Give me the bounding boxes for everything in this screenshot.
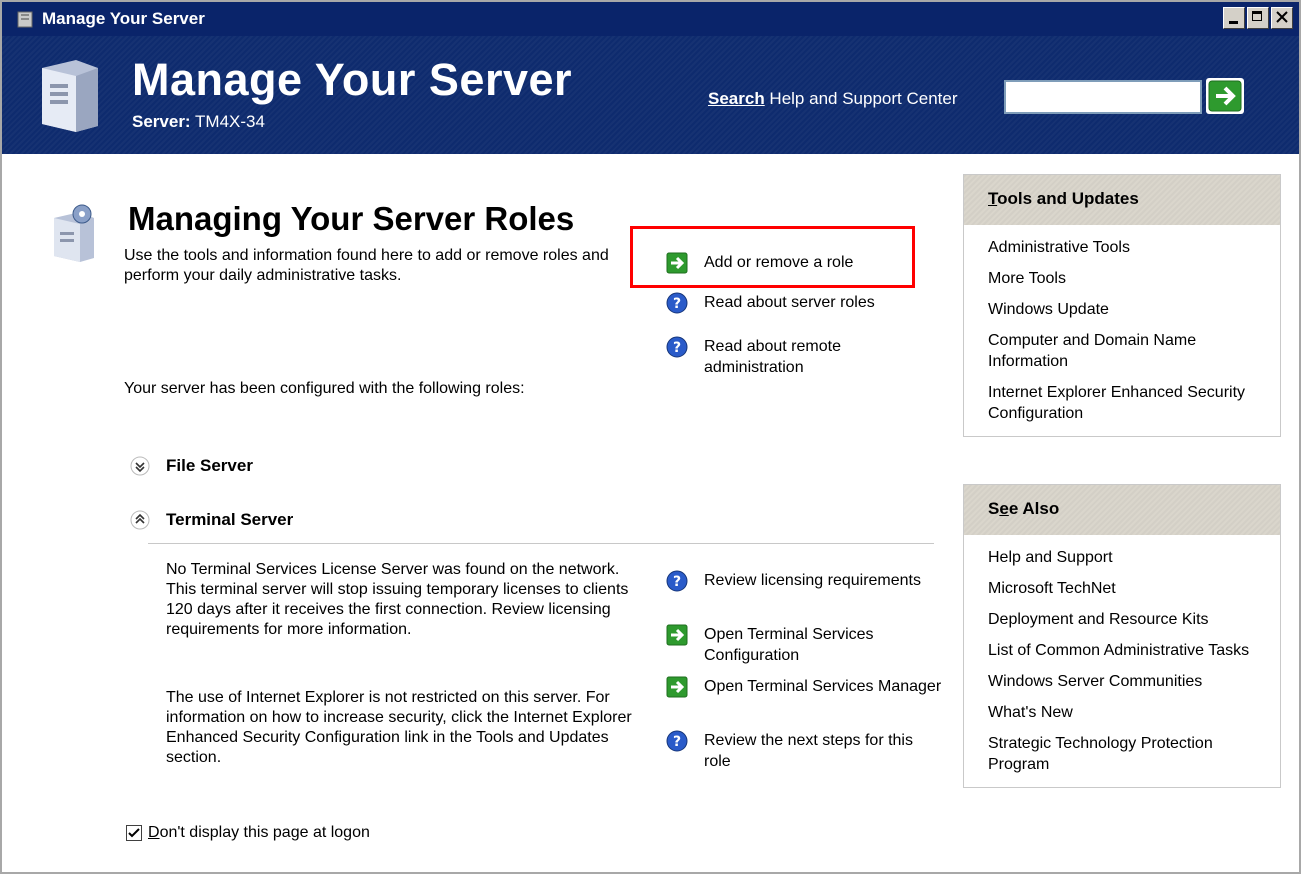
- server-icon: [17, 11, 33, 28]
- action-label: Add or remove a role: [704, 254, 854, 271]
- close-button[interactable]: [1271, 7, 1293, 29]
- minimize-icon: [1229, 21, 1238, 24]
- action-label: Open Terminal Services Manager: [704, 678, 942, 695]
- header-title: Manage Your Server: [132, 54, 573, 105]
- page-description: Use the tools and information found here…: [124, 247, 609, 284]
- maximize-icon: [1252, 11, 1262, 21]
- terminal-server-description-1: No Terminal Services License Server was …: [166, 561, 629, 638]
- green-arrow-icon: [666, 676, 688, 698]
- action-label: Read about server roles: [704, 294, 875, 311]
- maximize-button[interactable]: [1247, 7, 1269, 29]
- chevron-up-icon: [130, 510, 150, 530]
- window-controls: [1223, 7, 1293, 31]
- server-communities-link[interactable]: Windows Server Communities: [988, 671, 1256, 692]
- whats-new-link[interactable]: What's New: [988, 702, 1256, 723]
- window-title: Manage Your Server: [42, 9, 205, 28]
- page-title: Managing Your Server Roles: [128, 200, 575, 237]
- computer-domain-name-link[interactable]: Computer and Domain Name Information: [988, 330, 1256, 372]
- strategic-tech-protection-link[interactable]: Strategic Technology Protection Program: [988, 733, 1256, 775]
- search-label-bold: Search: [708, 89, 765, 108]
- see-also-panel: See Also Help and Support Microsoft Tech…: [963, 484, 1281, 788]
- help-icon: ?: [666, 336, 688, 358]
- action-label: Review the next steps for this role: [704, 732, 913, 770]
- role-terminal-server[interactable]: Terminal Server: [130, 510, 293, 530]
- role-divider: [148, 543, 934, 544]
- search-input[interactable]: [1004, 80, 1202, 114]
- checkbox-box[interactable]: [126, 825, 142, 841]
- server-name: Server: TM4X-34: [132, 112, 265, 132]
- search-label: Search Help and Support Center: [708, 89, 958, 109]
- title-bar[interactable]: Manage Your Server: [2, 2, 1299, 36]
- green-arrow-icon: [666, 624, 688, 646]
- action-label: Read about remote administration: [704, 338, 841, 376]
- chevron-down-icon: [130, 456, 150, 476]
- tools-and-updates-heading: Tools and Updates: [964, 175, 1280, 225]
- help-icon: ?: [666, 570, 688, 592]
- deployment-resource-kits-link[interactable]: Deployment and Resource Kits: [988, 609, 1256, 630]
- configured-roles-text: Your server has been configured with the…: [124, 380, 525, 397]
- svg-text:?: ?: [673, 340, 681, 356]
- help-icon: ?: [666, 292, 688, 314]
- server-computer-icon: [42, 60, 98, 132]
- role-name: Terminal Server: [166, 510, 294, 529]
- svg-text:?: ?: [673, 296, 681, 312]
- terminal-server-description-2: The use of Internet Explorer is not rest…: [166, 689, 632, 766]
- help-icon: ?: [666, 730, 688, 752]
- close-icon: [1276, 11, 1288, 23]
- ie-esc-link[interactable]: Internet Explorer Enhanced Security Conf…: [988, 382, 1256, 424]
- manage-your-server-window: Manage Your Server Manage Your Server Se…: [0, 0, 1301, 874]
- checkbox-label: Don't display this page at logon: [148, 824, 370, 841]
- action-label: Review licensing requirements: [704, 572, 921, 589]
- help-and-support-link[interactable]: Help and Support: [988, 547, 1256, 568]
- server-label: Server:: [132, 112, 191, 131]
- role-name: File Server: [166, 456, 253, 475]
- tools-and-updates-panel: Tools and Updates Administrative Tools M…: [963, 174, 1281, 437]
- main-content: Managing Your Server Roles Use the tools…: [2, 154, 1299, 872]
- role-file-server[interactable]: File Server: [130, 456, 253, 476]
- more-tools-link[interactable]: More Tools: [988, 268, 1256, 289]
- tools-links: Administrative Tools More Tools Windows …: [964, 225, 1280, 436]
- server-roles-icon: [54, 204, 94, 262]
- search-label-rest: Help and Support Center: [764, 89, 958, 108]
- search-go-button[interactable]: [1206, 78, 1244, 114]
- action-label: Open Terminal Services Configuration: [704, 626, 874, 664]
- administrative-tools-link[interactable]: Administrative Tools: [988, 237, 1256, 258]
- svg-text:?: ?: [673, 734, 681, 750]
- header-banner: Manage Your Server Server: TM4X-34 Searc…: [2, 36, 1299, 154]
- see-also-links: Help and Support Microsoft TechNet Deplo…: [964, 535, 1280, 787]
- svg-text:?: ?: [673, 574, 681, 590]
- common-admin-tasks-link[interactable]: List of Common Administrative Tasks: [988, 640, 1256, 661]
- green-arrow-icon: [1208, 80, 1242, 112]
- green-arrow-icon: [666, 252, 688, 274]
- server-value: TM4X-34: [195, 112, 265, 131]
- windows-update-link[interactable]: Windows Update: [988, 299, 1256, 320]
- dont-display-checkbox[interactable]: Don't display this page at logon: [126, 824, 370, 842]
- minimize-button[interactable]: [1223, 7, 1245, 29]
- microsoft-technet-link[interactable]: Microsoft TechNet: [988, 578, 1256, 599]
- checkmark-icon: [128, 828, 140, 838]
- see-also-heading: See Also: [964, 485, 1280, 535]
